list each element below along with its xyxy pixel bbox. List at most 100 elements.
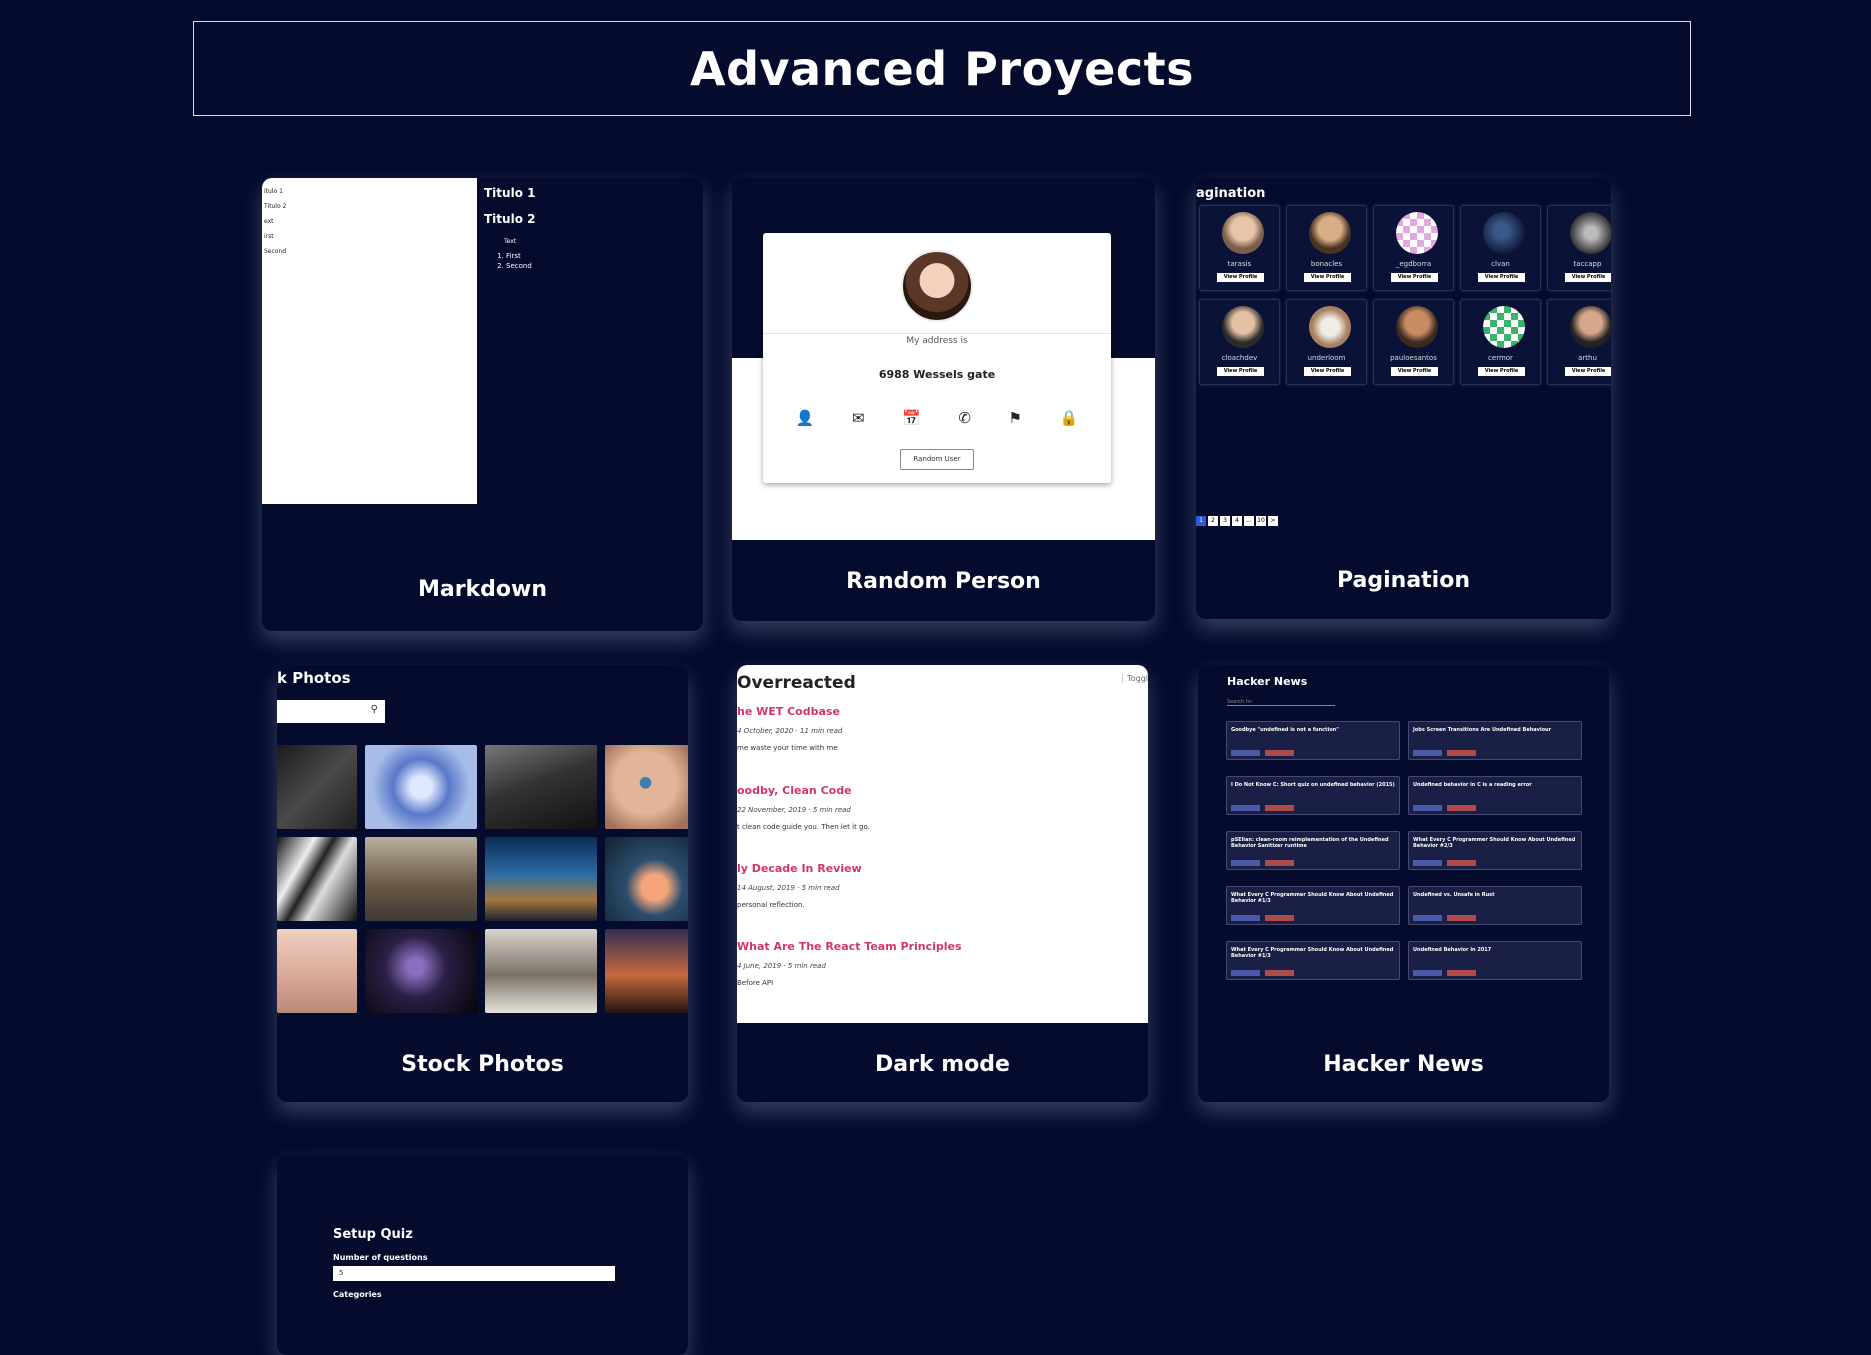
username: cermor [1488, 354, 1513, 362]
story-title: Goodbye "undefined is not a function" [1231, 727, 1339, 733]
info-label: My address is [906, 336, 968, 346]
page-header: Advanced Proyects [193, 21, 1691, 116]
remove-button [1447, 860, 1476, 866]
markdown-preview-image: itulo 1 Titulo 2 ext irst Second Titulo … [262, 178, 703, 508]
dark-mode-preview-image: Overreacted Toggl he WET Codbase 4 Octob… [737, 665, 1148, 1023]
view-profile-button: View Profile [1391, 273, 1438, 282]
questions-label: Number of questions [333, 1253, 428, 1262]
stock-photos-header: k Photos [277, 669, 351, 687]
blog-post: oodby, Clean Code 22 November, 2019 · 5 … [737, 784, 870, 831]
username: underloom [1307, 354, 1346, 362]
story-item: I Do Not Know C: Short quiz on undefined… [1226, 776, 1400, 815]
project-card-random-person[interactable]: My address is 6988 Wessels gate 👤 ✉ 📅 ✆ … [732, 178, 1155, 621]
remove-button [1447, 750, 1476, 756]
avatar [1309, 306, 1351, 348]
story-title: Undefined Behavior in 2017 [1413, 947, 1492, 953]
theme-toggle: Toggl [1122, 674, 1148, 683]
photo-grid [277, 745, 688, 1013]
blog-post: What Are The React Team Principles 4 Jun… [737, 940, 962, 987]
avatar [1570, 306, 1611, 348]
read-more-button [1231, 750, 1260, 756]
page-buttons: 1 2 3 4... 10 > [1196, 516, 1278, 526]
username: _egdborra [1395, 260, 1432, 268]
project-card-pagination[interactable]: agination tarasis View Profile bonacles Vie… [1196, 178, 1611, 619]
avatar [901, 250, 973, 322]
remove-button [1447, 970, 1476, 976]
story-title: What Every C Programmer Should Know Abou… [1231, 947, 1394, 959]
profile-card: _egdborra View Profile [1373, 205, 1454, 291]
profile-card: cermor View Profile [1460, 299, 1541, 385]
avatar [1483, 306, 1525, 348]
remove-button [1265, 805, 1294, 811]
remove-button [1447, 915, 1476, 921]
avatar [1222, 212, 1264, 254]
page-button: > [1268, 516, 1278, 526]
search-icon: ⚲ [370, 704, 378, 715]
read-more-button [1413, 805, 1442, 811]
remove-button [1265, 860, 1294, 866]
story-title: I Do Not Know C: Short quiz on undefined… [1231, 782, 1395, 788]
page-title: Advanced Proyects [689, 41, 1195, 96]
user-icon: 👤 [795, 409, 815, 427]
story-item: Goodbye "undefined is not a function" [1226, 721, 1400, 760]
story-title: What Every C Programmer Should Know Abou… [1413, 837, 1576, 849]
view-profile-button: View Profile [1565, 367, 1611, 376]
story-item: What Every C Programmer Should Know Abou… [1226, 941, 1400, 980]
category-label: Categories [333, 1290, 382, 1299]
read-more-button [1231, 970, 1260, 976]
view-profile-button: View Profile [1478, 273, 1525, 282]
remove-button [1265, 915, 1294, 921]
blog-post: ly Decade In Review 14 August, 2019 · 5 … [737, 862, 862, 909]
story-item: Undefined Behavior in 2017 [1408, 941, 1582, 980]
read-more-button [1413, 750, 1442, 756]
view-profile-button: View Profile [1304, 273, 1351, 282]
username: tarasis [1227, 260, 1252, 268]
profile-card: clvan View Profile [1460, 205, 1541, 291]
stories-grid: Goodbye "undefined is not a function" Job… [1226, 721, 1582, 980]
pagination-preview-image: agination tarasis View Profile bonacles Vie… [1196, 178, 1611, 548]
profile-card: cloachdev View Profile [1199, 299, 1280, 385]
card-title: Markdown [417, 577, 548, 602]
profile-grid: tarasis View Profile bonacles View Profile _… [1199, 205, 1611, 385]
story-item: Jobs Screen Transitions Are Undefined Be… [1408, 721, 1582, 760]
profile-card: tarasis View Profile [1199, 205, 1280, 291]
username: cloachdev [1221, 354, 1258, 362]
project-card-dark-mode[interactable]: Overreacted Toggl he WET Codbase 4 Octob… [737, 665, 1148, 1102]
profile-card: pauloesantos View Profile [1373, 299, 1454, 385]
read-more-button [1231, 805, 1260, 811]
username: taccapp [1573, 260, 1602, 268]
story-title: Undefined behavior in C is a reading err… [1413, 782, 1532, 788]
view-profile-button: View Profile [1478, 367, 1525, 376]
card-title: Pagination [1336, 568, 1470, 593]
markdown-rendered: Titulo 1 Titulo 2 Text First Second [484, 186, 535, 271]
project-card-quiz[interactable]: Setup Quiz Number of questions 5 Categor… [277, 1155, 688, 1355]
card-title: Dark mode [875, 1052, 1010, 1077]
view-profile-button: View Profile [1217, 273, 1264, 282]
page-button: ... [1244, 516, 1254, 526]
search-input: ⚲ [277, 700, 385, 723]
page-button: 2 [1208, 516, 1218, 526]
view-profile-button: View Profile [1391, 367, 1438, 376]
quiz-preview-image: Setup Quiz Number of questions 5 Categor… [277, 1155, 688, 1355]
project-card-markdown[interactable]: itulo 1 Titulo 2 ext irst Second Titulo … [262, 178, 703, 631]
project-card-hacker-news[interactable]: Hacker News Search hn Goodbye "undefined… [1198, 665, 1609, 1102]
card-title: Random Person [846, 569, 1041, 594]
info-value: 6988 Wessels gate [878, 368, 996, 381]
username: pauloesantos [1390, 354, 1437, 362]
story-item: What Every C Programmer Should Know Abou… [1226, 886, 1400, 925]
story-title: Jobs Screen Transitions Are Undefined Be… [1413, 727, 1552, 733]
profile-card: bonacles View Profile [1286, 205, 1367, 291]
view-profile-button: View Profile [1304, 367, 1351, 376]
quiz-title: Setup Quiz [333, 1227, 413, 1242]
view-profile-button: View Profile [1217, 367, 1264, 376]
page-button: 4 [1232, 516, 1242, 526]
blog-post: he WET Codbase 4 October, 2020 · 11 min … [737, 705, 843, 752]
username: bonacles [1310, 260, 1343, 268]
pagination-header: agination [1196, 186, 1266, 201]
view-profile-button: View Profile [1565, 273, 1611, 282]
profile-card: arthu View Profile [1547, 299, 1611, 385]
random-person-preview-image: My address is 6988 Wessels gate 👤 ✉ 📅 ✆ … [732, 178, 1155, 543]
profile-card: taccapp View Profile [1547, 205, 1611, 291]
hacker-news-header: Hacker News [1227, 675, 1308, 688]
project-card-stock-photos[interactable]: k Photos ⚲ Stock Photos [277, 665, 688, 1102]
